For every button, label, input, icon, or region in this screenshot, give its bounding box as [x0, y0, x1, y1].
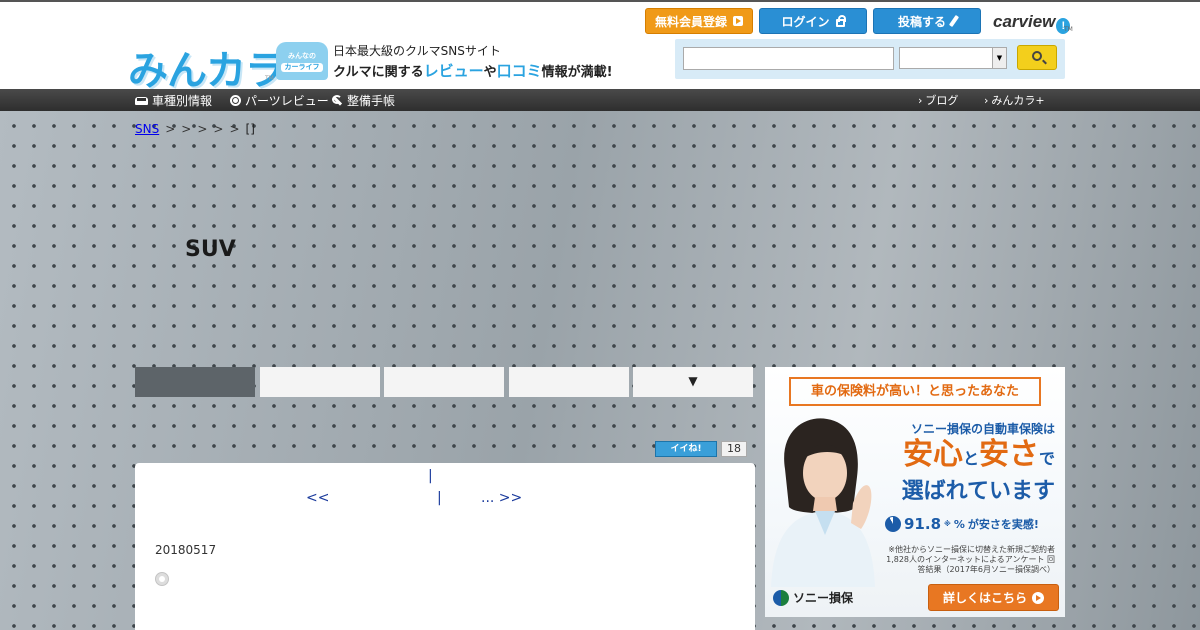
carview-text: carview [993, 12, 1056, 31]
breadcrumb-separator: > [213, 122, 224, 136]
pie-chart-icon [885, 516, 901, 532]
iine-count: 18 [721, 441, 747, 457]
ad-cta-label: 詳しくはこちら [942, 591, 1027, 605]
next-post-link[interactable]: ... >> [481, 490, 522, 506]
wrench-icon [332, 95, 343, 106]
free-register-button[interactable]: 無料会員登録 [645, 8, 753, 34]
nav-item-blog[interactable]: ブログ [918, 92, 958, 108]
search-category-select[interactable]: ▼ [899, 47, 1007, 69]
breadcrumb-current: [] [245, 122, 255, 136]
prev-post-link[interactable]: << [306, 490, 329, 506]
nav-item-car-models[interactable]: 車種別情報 [135, 92, 212, 109]
catchphrase-kuchikomi: 口コミ [496, 62, 542, 80]
post-label: 投稿する [897, 14, 946, 29]
ad-brand: ソニー損保 [773, 589, 853, 606]
play-arrow-icon [733, 16, 743, 26]
post-panel: | << | ... >> 20180517 [135, 463, 755, 630]
breadcrumb-separator: > [197, 122, 208, 136]
nav-item-minkara-plus[interactable]: みんカラ+ [984, 92, 1044, 108]
ad-copy-de: で [1038, 449, 1055, 468]
global-nav: 車種別情報 パーツレビュー 整備手帳 ブログ みんカラ+ [0, 89, 1200, 111]
tab-1[interactable] [135, 367, 255, 397]
site-tagline: 日本最大級のクルマSNSサイト [333, 44, 501, 58]
ad-stat-percent: 91.8 [904, 515, 942, 533]
breadcrumb-separator: > [165, 122, 176, 136]
pager-separator: | [437, 490, 442, 506]
arrow-circle-icon [1032, 591, 1044, 604]
tab-4[interactable] [509, 367, 629, 397]
ad-copy-to: と [962, 449, 979, 468]
sony-sonpo-logo-icon [773, 589, 789, 606]
pager-separator: | [428, 468, 433, 484]
login-label: ログイン [781, 14, 830, 29]
breadcrumb-separator: > [229, 122, 240, 136]
mascot-car-icon: みんなの カーライフ [276, 42, 328, 80]
main-content: SNS > > > > > [] SUV ▼ イイね! 18 | << | ..… [0, 111, 1200, 630]
tab-2[interactable] [260, 367, 380, 397]
catchphrase-review: レビュー [423, 62, 484, 80]
carview-trademark: TM [1064, 26, 1073, 33]
ad-copy-anshin: 安心 [902, 437, 963, 472]
iine-button[interactable]: イイね! [655, 441, 717, 457]
mascot-line2: カーライフ [281, 63, 323, 72]
nav-label: 整備手帳 [347, 94, 396, 108]
minkara-logo[interactable]: みんカラ [128, 38, 285, 96]
logo-trademark: TM [265, 75, 274, 82]
parts-icon [230, 95, 241, 106]
nav-item-maintenance[interactable]: 整備手帳 [332, 92, 395, 109]
ad-stat: 91.8 ※ % が安さを実感! [885, 515, 1055, 533]
register-label: 無料会員登録 [654, 14, 727, 29]
post-button[interactable]: 投稿する [873, 8, 981, 34]
tab-more-dropdown[interactable]: ▼ [633, 367, 753, 397]
ad-brand-name: ソニー損保 [793, 591, 854, 605]
ad-footnote: ※他社からソニー損保に切替えた新規ご契約者 1,828人のインターネットによるア… [886, 545, 1055, 574]
post-date: 20180517 [155, 543, 217, 557]
ad-subheadline: ソニー損保の自動車保険は [910, 422, 1055, 436]
breadcrumb-home-link[interactable]: SNS [135, 122, 159, 136]
carview-logo[interactable]: carview! [993, 12, 1071, 34]
tab-3[interactable] [384, 367, 504, 397]
iine-widget: イイね! 18 [655, 441, 747, 457]
catchphrase-part3: 情報が満載! [541, 65, 613, 80]
pen-icon [948, 14, 960, 28]
search-icon [1032, 51, 1042, 61]
car-icon [135, 96, 148, 105]
ad-banner[interactable]: 車の保険料が高い！と思ったあなた ソニー損保の自動車保険は 安心と安さで 選ばれ… [765, 367, 1065, 617]
mascot-line1: みんなの [288, 52, 316, 60]
ad-cta-button[interactable]: 詳しくはこちら [928, 584, 1059, 611]
ad-stat-unit: % [953, 517, 965, 531]
breadcrumb-separator: > [181, 122, 192, 136]
ad-copy-yasusa: 安さ [978, 437, 1039, 472]
ad-model-image [771, 418, 875, 587]
ad-stat-text: が安さを実感! [967, 518, 1039, 531]
post-status-icon [155, 572, 169, 586]
lock-icon [835, 14, 846, 27]
ad-main-copy: 安心と安さで [883, 439, 1055, 475]
search-input[interactable] [683, 47, 894, 70]
ad-main-copy-line2: 選ばれています [901, 479, 1055, 504]
nav-label: パーツレビュー [245, 94, 329, 108]
ad-headline: 車の保険料が高い！と思ったあなた [789, 377, 1041, 406]
ad-stat-footnote-mark: ※ [944, 520, 951, 528]
site-catchphrase: クルマに関するレビューや口コミ情報が満載! [333, 60, 613, 81]
nav-label: 車種別情報 [152, 94, 213, 108]
login-button[interactable]: ログイン [759, 8, 867, 34]
breadcrumb: SNS > > > > > [] [135, 122, 255, 136]
site-header: みんカラ TM みんなの カーライフ 日本最大級のクルマSNSサイト クルマに関… [0, 0, 1200, 93]
catchphrase-part2: や [483, 65, 497, 80]
search-button[interactable] [1017, 45, 1057, 70]
dropdown-arrow-icon: ▼ [992, 48, 1006, 68]
search-bar: ▼ [675, 39, 1065, 79]
nav-item-parts-review[interactable]: パーツレビュー [230, 92, 329, 109]
page-title: SUV [185, 237, 236, 262]
catchphrase-part1: クルマに関する [333, 65, 424, 80]
